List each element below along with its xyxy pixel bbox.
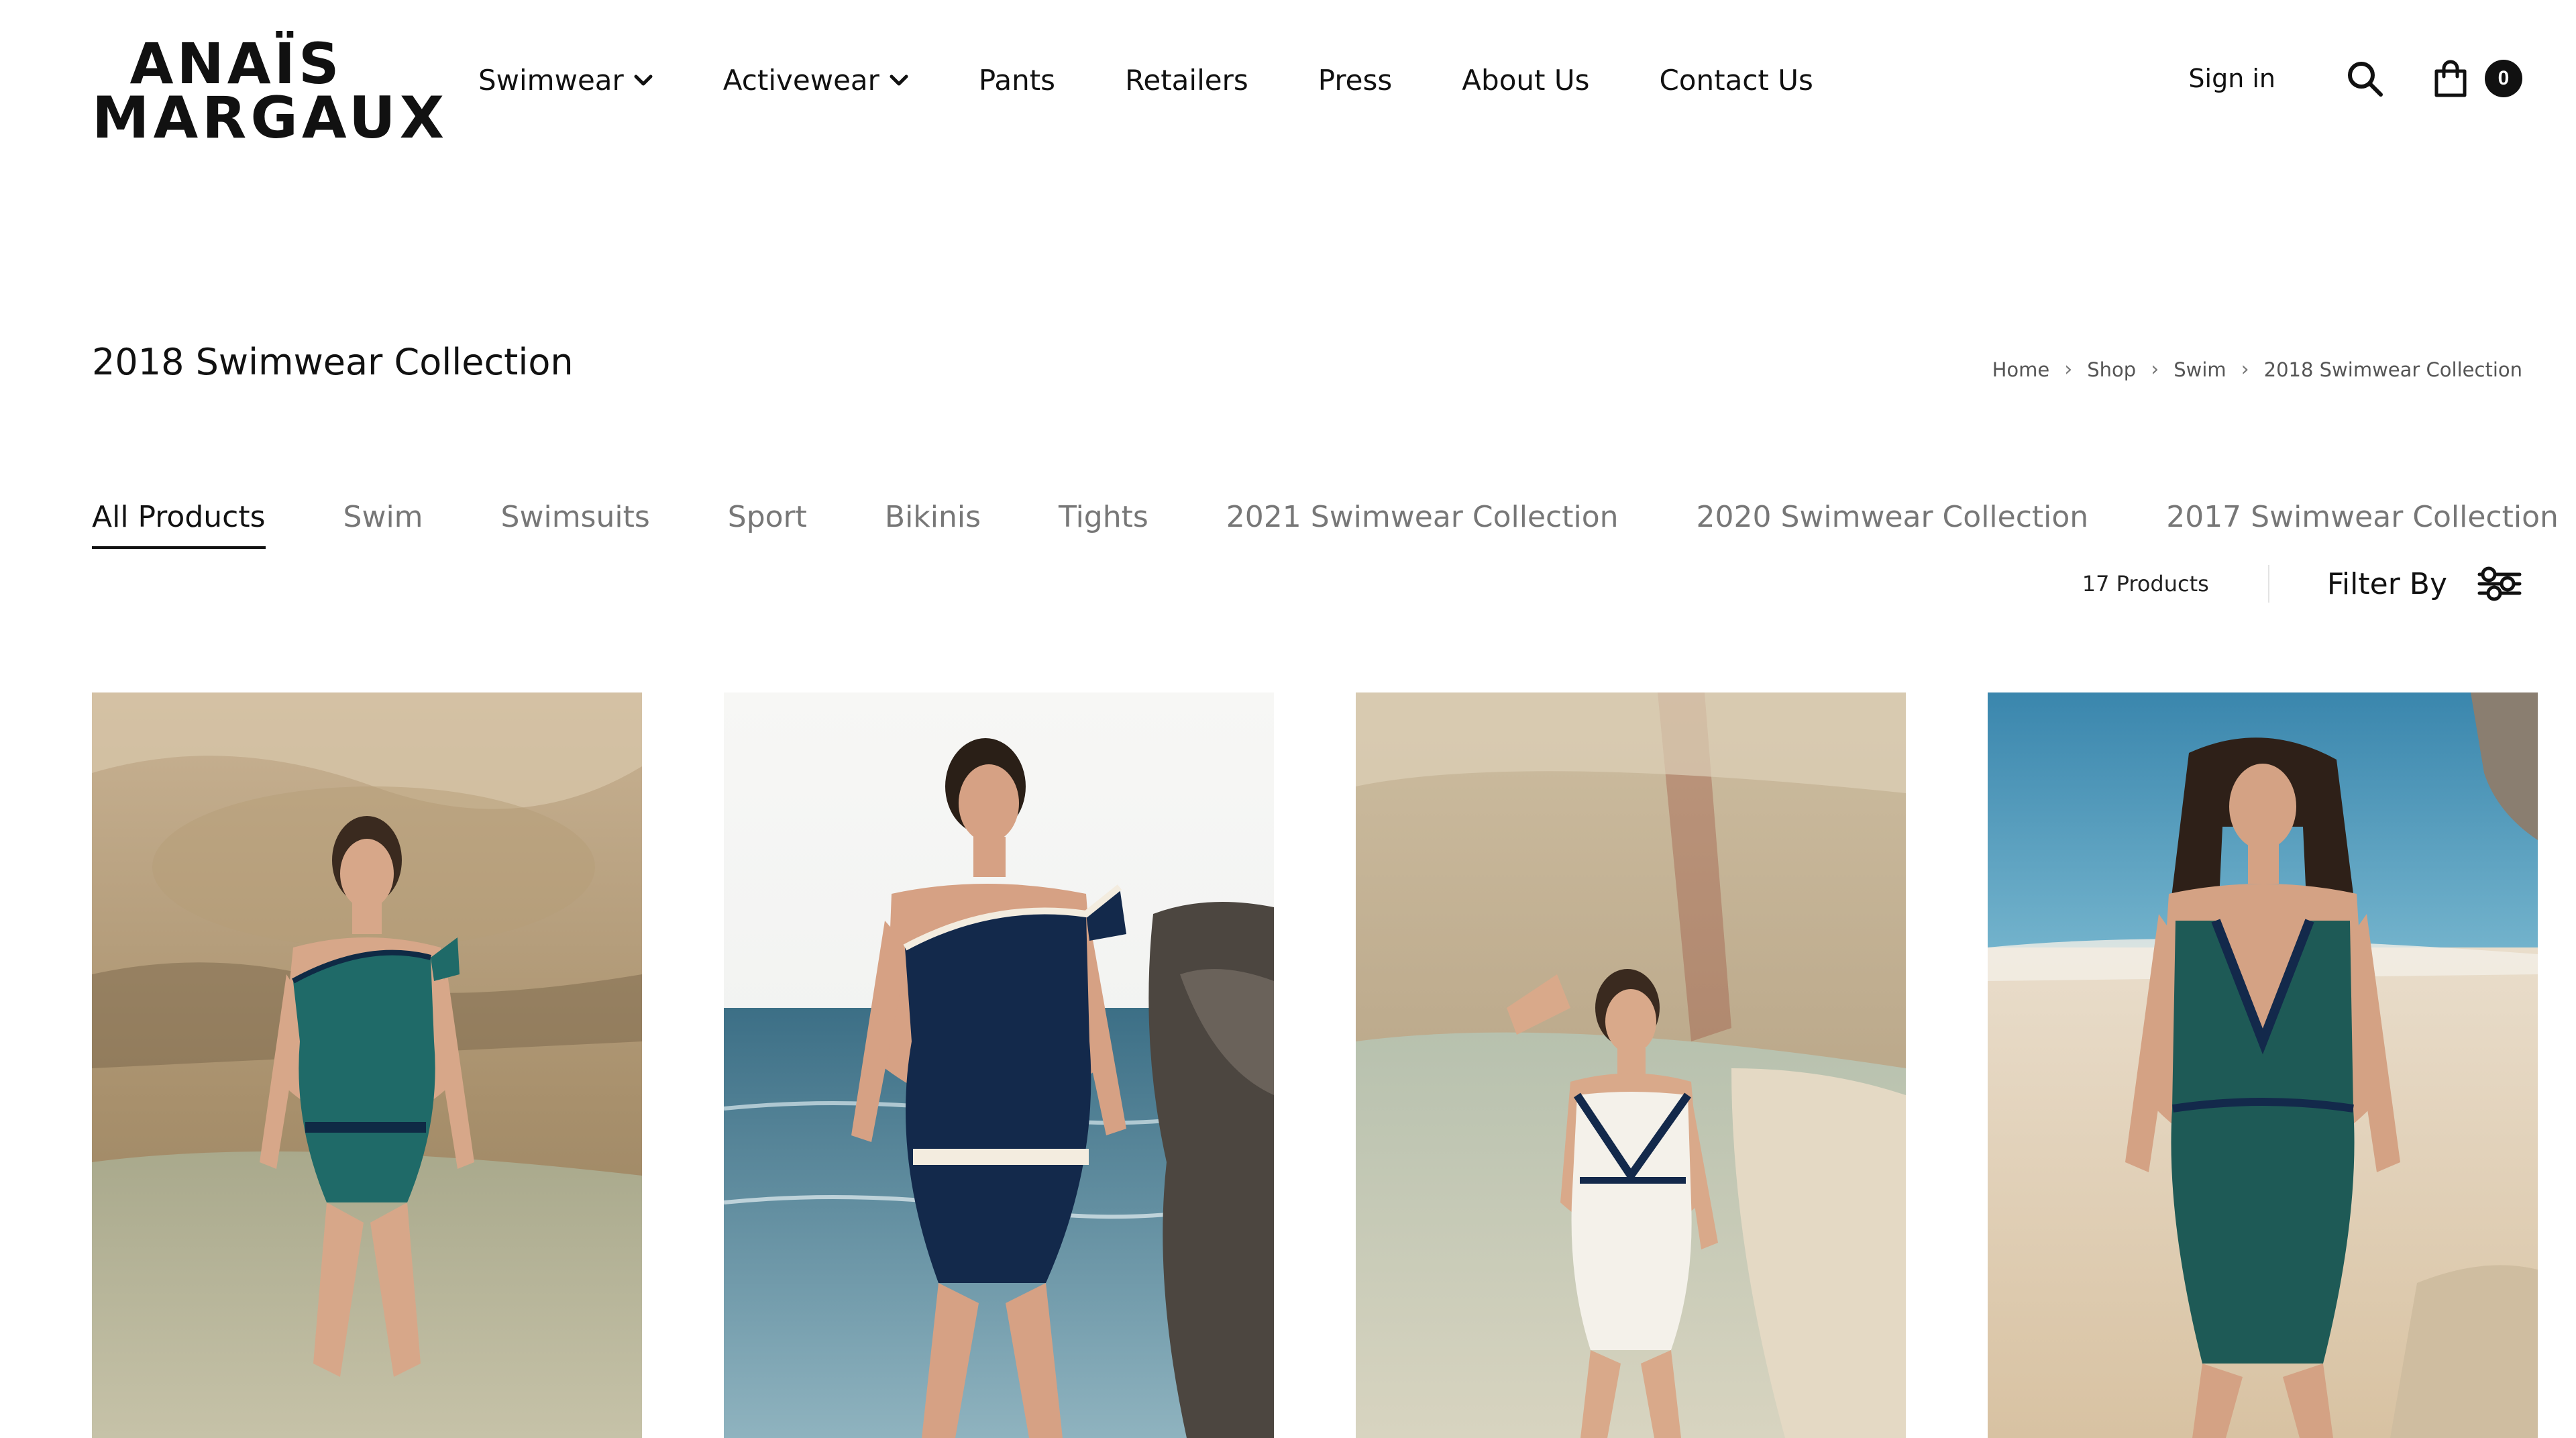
cart-button[interactable]: 0 [2431, 59, 2522, 98]
shopping-bag-icon [2434, 60, 2467, 97]
filter-label: Filter By [2326, 566, 2447, 601]
tab-2021-collection[interactable]: 2021 Swimwear Collection [1226, 500, 1619, 546]
nav-label: Press [1318, 64, 1393, 97]
nav-label: Swimwear [478, 64, 624, 97]
tab-2020-collection[interactable]: 2020 Swimwear Collection [1697, 500, 2089, 546]
chevron-down-icon [634, 74, 653, 85]
tab-swimsuits[interactable]: Swimsuits [501, 500, 650, 546]
brand-line-1: ANAÏS [129, 31, 343, 97]
search-icon[interactable] [2345, 59, 2384, 98]
tab-swim[interactable]: Swim [343, 500, 423, 546]
sliders-icon [2477, 566, 2522, 601]
product-image [92, 692, 642, 1438]
product-image [1988, 692, 2538, 1438]
product-card[interactable] [724, 692, 1274, 1438]
chevron-right-icon: › [2151, 358, 2159, 381]
tab-bikinis[interactable]: Bikinis [885, 500, 981, 546]
product-count: 17 Products [2082, 571, 2209, 597]
product-toolbar: 17 Products Filter By [2082, 564, 2522, 604]
main-nav: Swimwear Activewear Pants Retailers Pres… [478, 64, 1813, 97]
nav-retailers[interactable]: Retailers [1125, 64, 1248, 97]
chevron-right-icon: › [2064, 358, 2073, 381]
chevron-down-icon [890, 74, 908, 85]
nav-pants[interactable]: Pants [979, 64, 1055, 97]
cart-count-badge: 0 [2485, 60, 2522, 97]
nav-press[interactable]: Press [1318, 64, 1393, 97]
header-actions: Sign in 0 [2188, 59, 2522, 98]
breadcrumb-home[interactable]: Home [1992, 358, 2050, 381]
product-card[interactable] [92, 692, 642, 1438]
product-image [724, 692, 1274, 1438]
tab-tights[interactable]: Tights [1059, 500, 1148, 546]
filter-button[interactable]: Filter By [2327, 564, 2522, 604]
tab-sport[interactable]: Sport [728, 500, 807, 546]
breadcrumb-current: 2018 Swimwear Collection [2263, 358, 2522, 381]
product-grid [92, 692, 2538, 1438]
nav-label: Pants [978, 64, 1056, 97]
divider [2267, 565, 2269, 603]
page-title: 2018 Swimwear Collection [92, 341, 574, 383]
nav-label: Retailers [1125, 64, 1248, 97]
chevron-right-icon: › [2241, 358, 2249, 381]
nav-about-us[interactable]: About Us [1462, 64, 1589, 97]
nav-activewear[interactable]: Activewear [723, 64, 909, 97]
nav-label: Activewear [722, 64, 879, 97]
nav-label: About Us [1462, 64, 1590, 97]
product-image [1356, 692, 1906, 1438]
nav-label: Contact Us [1659, 64, 1813, 97]
breadcrumb: Home › Shop › Swim › 2018 Swimwear Colle… [1992, 358, 2522, 381]
product-card[interactable] [1988, 692, 2538, 1438]
sign-in-link[interactable]: Sign in [2188, 64, 2275, 93]
product-card[interactable] [1356, 692, 1906, 1438]
breadcrumb-swim[interactable]: Swim [2174, 358, 2226, 381]
brand-logo[interactable]: ANAÏS MARGAUX [92, 31, 448, 152]
tab-2017-collection[interactable]: 2017 Swimwear Collection [2166, 500, 2559, 546]
nav-swimwear[interactable]: Swimwear [478, 64, 653, 97]
brand-line-2: MARGAUX [92, 84, 448, 152]
tab-all-products[interactable]: All Products [92, 500, 266, 549]
category-tabs: All Products Swim Swimsuits Sport Bikini… [92, 500, 2559, 549]
breadcrumb-shop[interactable]: Shop [2087, 358, 2136, 381]
nav-contact-us[interactable]: Contact Us [1659, 64, 1813, 97]
